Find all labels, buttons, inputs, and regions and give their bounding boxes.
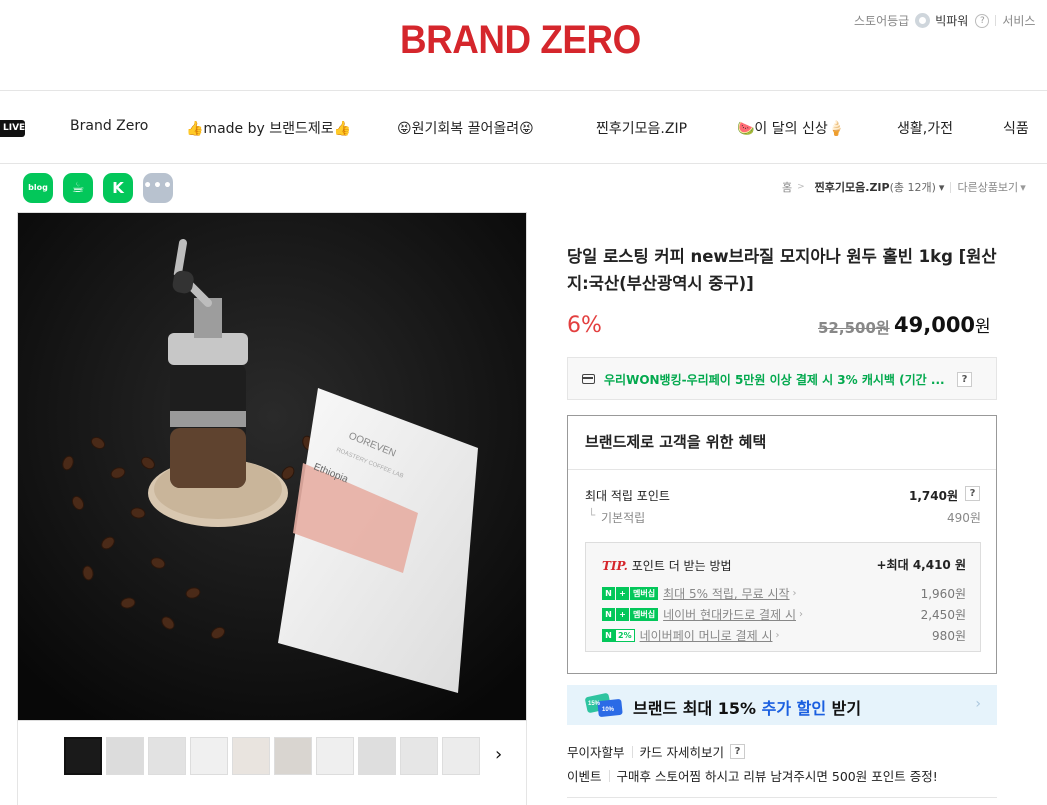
base-point-value: 490원: [947, 511, 981, 525]
max-point-value: 1,740원: [909, 489, 958, 503]
event-text: 구매후 스토어찜 하시고 리뷰 남겨주시면 500원 포인트 증정!: [616, 769, 938, 784]
breadcrumb: 홈 > 찐후기모음.ZIP (총 12개) ▾ 다른상품보기 ▾: [782, 179, 1026, 195]
grade-help-icon[interactable]: ?: [975, 13, 990, 28]
product-photo: OOREVEN ROASTERY COFFEE LAB Ethiopia: [18, 213, 526, 720]
cashback-banner[interactable]: 우리WON뱅킹-우리페이 5만원 이상 결제 시 3% 캐시백 (기간 ... …: [567, 357, 997, 400]
thumbnail[interactable]: [358, 737, 396, 775]
live-badge[interactable]: LIVE: [0, 120, 25, 137]
nav-item-energy[interactable]: 😝원기회복 끌어올려😝: [397, 118, 534, 138]
tip-row-npay-money[interactable]: N 2% 네이버페이 머니로 결제 시 ›: [602, 627, 779, 644]
breadcrumb-current[interactable]: 찐후기모음.ZIP: [815, 179, 890, 195]
chevron-right-icon: ›: [798, 609, 803, 620]
cashback-help-icon[interactable]: ?: [957, 372, 972, 387]
breadcrumb-count: (총 12개): [889, 181, 936, 194]
tip-text[interactable]: 네이버페이 머니로 결제 시: [640, 627, 773, 644]
brand-discount-banner[interactable]: 15% 10% 브랜드 최대 15% 추가 할인 받기 ›: [567, 685, 997, 725]
brand-logo[interactable]: BRAND ZERO: [400, 18, 641, 63]
thumbnail[interactable]: [316, 737, 354, 775]
brand-banner-text: 브랜드 최대 15% 추가 할인 받기: [633, 699, 862, 718]
tip-heading: TIP. 포인트 더 받는 방법: [602, 557, 732, 574]
thumbnail-strip: ›: [17, 721, 527, 805]
breadcrumb-arrow-icon: >: [797, 182, 805, 192]
site-header: BRAND ZERO 스토어등급 빅파워 ? 서비스: [0, 0, 1047, 91]
thumbnail[interactable]: [274, 737, 312, 775]
sale-price-value: 49,000: [894, 313, 976, 337]
tip-amount: 2,450원: [920, 608, 966, 622]
point-help-icon[interactable]: ?: [965, 486, 980, 501]
tip-row-membership[interactable]: N + 멤버십 최대 5% 적립, 무료 시작 ›: [602, 585, 797, 602]
thumbnail[interactable]: [232, 737, 270, 775]
coupon-a-text: 15%: [588, 701, 601, 707]
benefit-box: 브랜드제로 고객을 위한 혜택 최대 적립 포인트 1,740원 ? └ 기본적…: [567, 415, 997, 674]
nav-item-new[interactable]: 🍉이 달의 신상🍦: [737, 118, 845, 138]
tip-row-hyundai-card[interactable]: N + 멤버십 네이버 현대카드로 결제 시 ›: [602, 606, 803, 623]
thumbnail-next-icon[interactable]: ›: [495, 744, 502, 765]
nav-item-reviews[interactable]: 찐후기모음.ZIP: [596, 118, 687, 138]
tip-amount: 980원: [932, 629, 966, 643]
other-products-arrow-icon: ▾: [1020, 180, 1026, 194]
cafe-share-icon[interactable]: ☕: [63, 173, 93, 203]
thumbnail[interactable]: [64, 737, 102, 775]
blog-share-icon[interactable]: blog: [23, 173, 53, 203]
service-link[interactable]: 서비스: [1002, 12, 1035, 29]
chevron-right-icon: ›: [775, 630, 780, 641]
store-grade-label: 스토어등급: [854, 14, 910, 28]
tip-text[interactable]: 네이버 현대카드로 결제 시: [663, 606, 796, 623]
card-detail-link[interactable]: 카드 자세히보기: [640, 742, 724, 761]
sale-price-unit: 원: [975, 317, 991, 337]
divider: [567, 797, 997, 798]
more-share-icon[interactable]: •••: [143, 173, 173, 203]
nav-item-food[interactable]: 식품: [1003, 118, 1029, 138]
chevron-right-icon: ›: [975, 696, 981, 712]
max-point-label: 최대 적립 포인트: [585, 489, 670, 503]
npay-membership-badge: N + 멤버십: [602, 608, 659, 621]
thumbnail[interactable]: [148, 737, 186, 775]
event-row: 이벤트 구매후 스토어찜 하시고 리뷰 남겨주시면 500원 포인트 증정!: [567, 766, 938, 785]
divider: [631, 745, 633, 758]
nav-item-brand-zero[interactable]: Brand Zero: [70, 118, 148, 134]
tip-label: 포인트 더 받는 방법: [631, 559, 732, 573]
thumbnail[interactable]: [190, 737, 228, 775]
coupon-icon: 15% 10%: [585, 693, 623, 717]
npay-percent-badge: N 2%: [602, 629, 635, 642]
card-help-icon[interactable]: ?: [730, 744, 745, 759]
installment-row: 무이자할부 카드 자세히보기 ?: [567, 742, 745, 761]
thumbnail[interactable]: [106, 737, 144, 775]
divider: [608, 769, 610, 782]
npay-membership-badge: N + 멤버십: [602, 587, 659, 600]
tip-max-amount: +최대 4,410 원: [876, 558, 967, 572]
original-price: 52,500원: [818, 319, 890, 337]
installment-label: 무이자할부: [567, 745, 625, 760]
base-indent-icon: └: [588, 508, 596, 522]
product-title: 당일 로스팅 커피 new브라질 모지아나 원두 홀빈 1kg [원산지:국산(…: [567, 247, 997, 293]
coupon-b-text: 10%: [602, 707, 615, 713]
event-label: 이벤트: [567, 769, 602, 784]
tip-prefix: TIP.: [602, 559, 628, 573]
main-product-image[interactable]: OOREVEN ROASTERY COFFEE LAB Ethiopia: [17, 212, 527, 721]
other-products-link[interactable]: 다른상품보기: [957, 179, 1018, 195]
sale-price: 49,000원: [894, 312, 991, 337]
credit-card-icon: [582, 374, 595, 384]
store-grade-name: 빅파워: [935, 14, 969, 28]
divider: [950, 181, 952, 193]
nav-item-living[interactable]: 생활,가전: [897, 118, 953, 138]
thumbnail[interactable]: [442, 737, 480, 775]
tip-amount: 1,960원: [920, 587, 966, 601]
store-grade-bar: 스토어등급 빅파워 ? 서비스: [854, 12, 1035, 29]
grade-badge-icon: [915, 13, 931, 28]
breadcrumb-home[interactable]: 홈: [782, 179, 792, 195]
discount-rate: 6%: [567, 313, 602, 338]
divider: [995, 15, 997, 26]
breadcrumb-dropdown-icon[interactable]: ▾: [939, 181, 945, 194]
kakao-share-icon[interactable]: K: [103, 173, 133, 203]
cashback-text[interactable]: 우리WON뱅킹-우리페이 5만원 이상 결제 시 3% 캐시백 (기간 ...: [604, 371, 945, 388]
tip-text[interactable]: 최대 5% 적립, 무료 시작: [663, 585, 789, 602]
chevron-right-icon: ›: [792, 588, 797, 599]
base-point-label: 기본적립: [601, 511, 646, 525]
thumbnail[interactable]: [400, 737, 438, 775]
category-nav: LIVE Brand Zero 👍made by 브랜드제로👍 😝원기회복 끌어…: [0, 91, 1047, 164]
benefit-title: 브랜드제로 고객을 위한 혜택: [568, 416, 996, 470]
nav-item-made-by[interactable]: 👍made by 브랜드제로👍: [186, 118, 351, 138]
tip-box: TIP. 포인트 더 받는 방법 +최대 4,410 원 N + 멤버십 최대 5% …: [585, 542, 981, 652]
